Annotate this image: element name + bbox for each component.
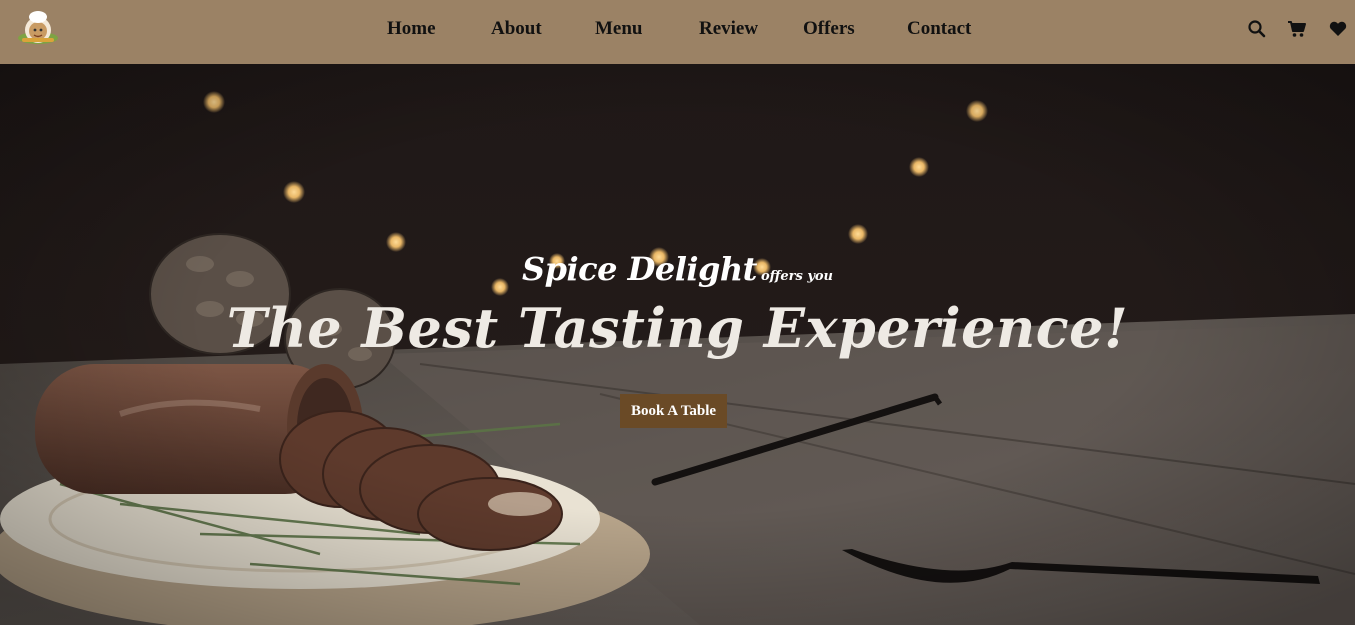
nav-about[interactable]: About	[491, 18, 542, 40]
heart-icon[interactable]	[1328, 19, 1348, 39]
book-table-button[interactable]: Book A Table	[620, 394, 727, 428]
nav-review[interactable]: Review	[699, 18, 758, 40]
nav-offers[interactable]: Offers	[803, 18, 855, 40]
hero-section: Spice Delight offers you The Best Tasting…	[0, 64, 1355, 625]
search-icon[interactable]	[1247, 19, 1267, 39]
nav-menu[interactable]: Menu	[595, 18, 643, 40]
navbar: Home About Menu Review Offers Contact	[0, 0, 1355, 64]
nav-contact[interactable]: Contact	[907, 18, 971, 40]
brand-name: Spice Delight	[521, 250, 757, 288]
hero-headline: The Best Tasting Experience!	[226, 296, 1129, 360]
chef-mascot-logo[interactable]	[16, 8, 60, 48]
cart-icon[interactable]	[1287, 19, 1307, 39]
offers-text: offers you	[760, 269, 834, 284]
hero-tagline: Spice Delight offers you	[0, 250, 1355, 288]
nav-home[interactable]: Home	[387, 18, 436, 40]
